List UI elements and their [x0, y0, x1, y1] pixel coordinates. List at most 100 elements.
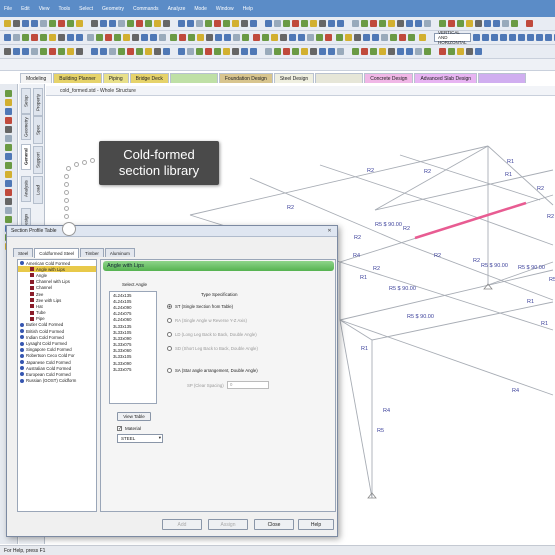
- type-option[interactable]: LD (Long Leg Back to Back, Double Angle): [167, 332, 257, 337]
- tab-mode[interactable]: Piping: [102, 73, 129, 83]
- menu-item-view[interactable]: View: [39, 6, 50, 12]
- toolbar-button-icon[interactable]: [310, 20, 317, 27]
- material-checkbox[interactable]: ✓: [117, 426, 122, 432]
- toolbar-button-icon[interactable]: [76, 34, 83, 41]
- toolbar-button-icon[interactable]: [205, 20, 212, 27]
- toolbar-button-icon[interactable]: [233, 34, 240, 41]
- toolbar-button-icon[interactable]: [241, 48, 248, 55]
- toolbar-button-icon[interactable]: [370, 48, 377, 55]
- toolbar-button-icon[interactable]: [40, 20, 47, 27]
- toolbar-button-icon[interactable]: [4, 48, 11, 55]
- toolbar-button-icon[interactable]: [415, 48, 422, 55]
- toolbar-button-icon[interactable]: [40, 34, 47, 41]
- toolbar-button-icon[interactable]: [136, 48, 143, 55]
- toolbar-button-icon[interactable]: [424, 48, 431, 55]
- tool-icon[interactable]: [5, 207, 12, 214]
- dialog-tab-1[interactable]: Coldformed Steel: [34, 248, 80, 258]
- tree-item[interactable]: Russian (GOST) Coldform: [18, 378, 96, 384]
- toolbar-button-icon[interactable]: [40, 48, 47, 55]
- toolbar-button-icon[interactable]: [178, 48, 185, 55]
- toolbar-button-icon[interactable]: [187, 20, 194, 27]
- toolbar-button-icon[interactable]: [49, 48, 56, 55]
- toolbar-button-icon[interactable]: [250, 48, 257, 55]
- toolbar-button-icon[interactable]: [127, 20, 134, 27]
- material-select[interactable]: STEEL ▾: [117, 434, 163, 443]
- toolbar-button-icon[interactable]: [448, 20, 455, 27]
- left-tab-geometry[interactable]: Geometry: [21, 114, 31, 140]
- radio-button[interactable]: [167, 318, 172, 323]
- toolbar-button-icon[interactable]: [517, 34, 525, 41]
- toolbar-button-icon[interactable]: [118, 48, 125, 55]
- toolbar-button-icon[interactable]: [502, 20, 509, 27]
- toolbar-button-icon[interactable]: [337, 20, 344, 27]
- view-table-button[interactable]: View Table: [117, 412, 151, 421]
- tab-mode[interactable]: Foundation Design: [218, 73, 273, 83]
- tab-mode[interactable]: [169, 73, 218, 83]
- toolbar-button-icon[interactable]: [310, 48, 317, 55]
- toolbar-button-icon[interactable]: [544, 34, 552, 41]
- toolbar-button-icon[interactable]: [508, 34, 516, 41]
- angle-list[interactable]: 4L24x135 4L24x105 4L24x090 4L24x075 4L24x060…: [109, 291, 157, 404]
- toolbar-button-icon[interactable]: [457, 20, 464, 27]
- toolbar-button-icon[interactable]: [96, 34, 103, 41]
- toolbar-button-icon[interactable]: [22, 34, 29, 41]
- toolbar-button-icon[interactable]: [316, 34, 323, 41]
- toolbar-button-icon[interactable]: [526, 20, 533, 27]
- toolbar-button-icon[interactable]: [283, 20, 290, 27]
- toolbar-button-icon[interactable]: [379, 20, 386, 27]
- toolbar-button-icon[interactable]: [159, 34, 166, 41]
- toolbar-button-icon[interactable]: [298, 34, 305, 41]
- tool-icon[interactable]: [5, 189, 12, 196]
- toolbar-button-icon[interactable]: [196, 48, 203, 55]
- toolbar-button-icon[interactable]: [493, 20, 500, 27]
- toolbar-button-icon[interactable]: [336, 34, 343, 41]
- toolbar-button-icon[interactable]: [67, 48, 74, 55]
- toolbar-button-icon[interactable]: [214, 48, 221, 55]
- radio-button[interactable]: [167, 346, 172, 351]
- toolbar-button-icon[interactable]: [154, 48, 161, 55]
- left-tab-setup[interactable]: Setup: [21, 88, 31, 114]
- toolbar-button-icon[interactable]: [319, 20, 326, 27]
- toolbar-button-icon[interactable]: [4, 20, 11, 27]
- menu-item-edit[interactable]: Edit: [21, 6, 30, 12]
- toolbar-button-icon[interactable]: [109, 48, 116, 55]
- toolbar-button-icon[interactable]: [49, 20, 56, 27]
- dialog-tab-0[interactable]: Steel: [13, 248, 34, 257]
- toolbar-button-icon[interactable]: [307, 34, 314, 41]
- toolbar-button-icon[interactable]: [475, 20, 482, 27]
- toolbar-button-icon[interactable]: [466, 48, 473, 55]
- toolbar-button-icon[interactable]: [490, 34, 498, 41]
- toolbar-button-icon[interactable]: [163, 48, 170, 55]
- toolbar-button-icon[interactable]: [13, 48, 20, 55]
- toolbar-button-icon[interactable]: [100, 48, 107, 55]
- toolbar-button-icon[interactable]: [22, 48, 29, 55]
- menu-item-help[interactable]: Help: [243, 6, 253, 12]
- toolbar-button-icon[interactable]: [136, 20, 143, 27]
- toolbar-button-icon[interactable]: [49, 34, 56, 41]
- toolbar-button-icon[interactable]: [397, 48, 404, 55]
- toolbar-button-icon[interactable]: [163, 20, 170, 27]
- tool-icon[interactable]: [5, 180, 12, 187]
- toolbar-button-icon[interactable]: [337, 48, 344, 55]
- toolbar-button-icon[interactable]: [100, 20, 107, 27]
- toolbar-button-icon[interactable]: [274, 48, 281, 55]
- left-tab-analysis[interactable]: Analysis: [21, 176, 31, 202]
- toolbar-button-icon[interactable]: [361, 48, 368, 55]
- tab-mode[interactable]: Steel Design: [273, 73, 315, 83]
- tool-icon[interactable]: [5, 135, 12, 142]
- menu-item-select[interactable]: Select: [79, 6, 93, 12]
- toolbar-button-icon[interactable]: [439, 48, 446, 55]
- tool-icon[interactable]: [5, 216, 12, 223]
- menu-item-file[interactable]: File: [4, 6, 12, 12]
- toolbar-button-icon[interactable]: [319, 48, 326, 55]
- toolbar-button-icon[interactable]: [466, 20, 473, 27]
- toolbar-button-icon[interactable]: [127, 48, 134, 55]
- toolbar-button-icon[interactable]: [114, 34, 121, 41]
- toolbar-button-icon[interactable]: [289, 34, 296, 41]
- assign-button[interactable]: Assign: [208, 519, 248, 530]
- toolbar-button-icon[interactable]: [372, 34, 379, 41]
- toolbar-button-icon[interactable]: [424, 20, 431, 27]
- toolbar-button-icon[interactable]: [154, 20, 161, 27]
- tool-icon[interactable]: [5, 144, 12, 151]
- toolbar-button-icon[interactable]: [419, 34, 426, 41]
